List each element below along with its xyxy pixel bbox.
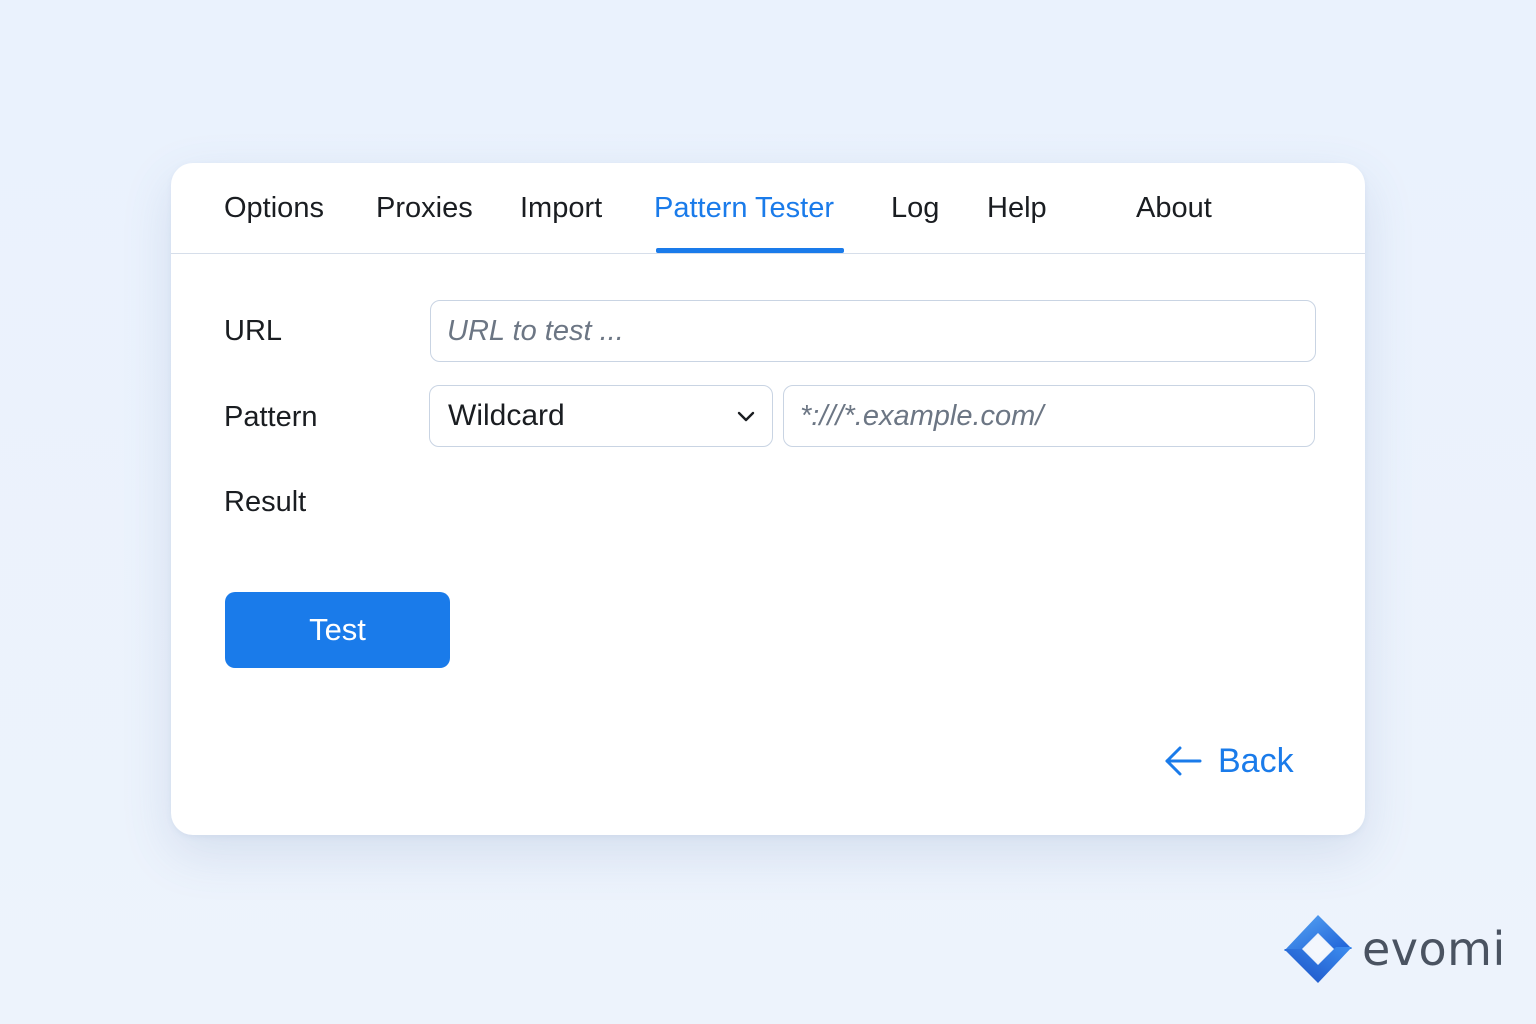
tab-options[interactable]: Options (224, 190, 324, 226)
tab-log[interactable]: Log (891, 190, 939, 226)
pattern-label: Pattern (224, 401, 318, 433)
tab-bar: Options Proxies Import Pattern Tester Lo… (171, 163, 1365, 254)
tab-help[interactable]: Help (987, 190, 1047, 226)
active-tab-indicator (656, 248, 844, 253)
tab-pattern-tester[interactable]: Pattern Tester (654, 190, 834, 226)
arrow-left-icon (1165, 746, 1202, 776)
pattern-type-value: Wildcard (448, 399, 565, 432)
result-label: Result (224, 486, 307, 518)
tab-proxies[interactable]: Proxies (376, 190, 473, 226)
url-input[interactable] (430, 300, 1316, 362)
evomi-logo-icon (1284, 915, 1352, 983)
tab-import[interactable]: Import (520, 190, 602, 226)
back-label: Back (1218, 742, 1294, 780)
url-label: URL (224, 315, 283, 347)
brand-name: evomi (1362, 922, 1506, 976)
test-button[interactable]: Test (225, 592, 450, 668)
pattern-tester-card: Options Proxies Import Pattern Tester Lo… (171, 163, 1365, 835)
pattern-type-select[interactable]: Wildcard (429, 385, 773, 447)
brand-logo: evomi (1282, 913, 1506, 985)
pattern-input[interactable] (783, 385, 1315, 447)
tab-about[interactable]: About (1136, 190, 1212, 226)
chevron-down-icon (737, 411, 755, 422)
back-link[interactable]: Back (1164, 739, 1294, 783)
